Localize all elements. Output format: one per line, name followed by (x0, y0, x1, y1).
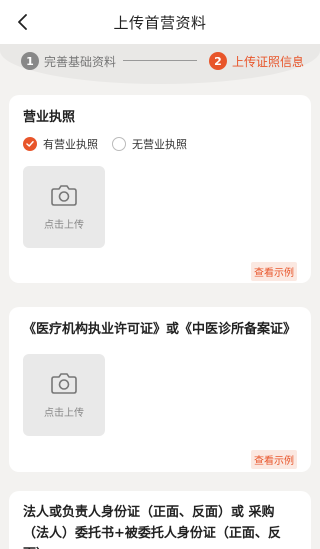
camera-icon (51, 372, 77, 394)
page-title: 上传首营资料 (113, 13, 207, 32)
medical-license-card: 《医疗机构执业许可证》或《中医诊所备案证》 点击上传 查看示例 (9, 307, 311, 472)
view-example-link[interactable]: 查看示例 (251, 450, 297, 469)
step-2-label: 上传证照信息 (232, 54, 305, 69)
step-1-label: 完善基础资料 (44, 54, 117, 69)
license-radio-group: 有营业执照 无营业执照 (23, 136, 201, 152)
radio-has-license[interactable] (23, 137, 37, 151)
upload-label: 点击上传 (44, 219, 84, 231)
upload-label: 点击上传 (44, 407, 84, 419)
step-connector (123, 60, 197, 61)
step-indicator: 1 完善基础资料 2 上传证照信息 (0, 44, 320, 78)
step-1-number: 1 (21, 52, 39, 70)
business-license-upload[interactable]: 点击上传 (23, 166, 105, 248)
back-icon[interactable] (12, 11, 34, 33)
check-icon (26, 141, 34, 147)
step-2: 2 上传证照信息 (209, 52, 304, 70)
id-card-card: 法人或负责人身份证（正面、反面）或 采购（法人）委托书+被委托人身份证（正面、反… (9, 491, 311, 549)
step-1: 1 完善基础资料 (21, 52, 116, 70)
medical-license-upload[interactable]: 点击上传 (23, 354, 105, 436)
radio-no-license-label[interactable]: 无营业执照 (132, 136, 187, 152)
step-2-number: 2 (209, 52, 227, 70)
camera-icon (51, 184, 77, 206)
view-example-link[interactable]: 查看示例 (251, 262, 297, 281)
business-license-title: 营业执照 (23, 110, 76, 125)
radio-has-license-label[interactable]: 有营业执照 (43, 136, 98, 152)
medical-license-title: 《医疗机构执业许可证》或《中医诊所备案证》 (23, 322, 297, 337)
business-license-card: 营业执照 有营业执照 无营业执照 点击上传 查看示例 (9, 95, 311, 283)
id-card-title: 法人或负责人身份证（正面、反面）或 采购（法人）委托书+被委托人身份证（正面、反… (23, 505, 281, 549)
radio-no-license[interactable] (112, 137, 126, 151)
nav-bar: 上传首营资料 (0, 0, 320, 44)
